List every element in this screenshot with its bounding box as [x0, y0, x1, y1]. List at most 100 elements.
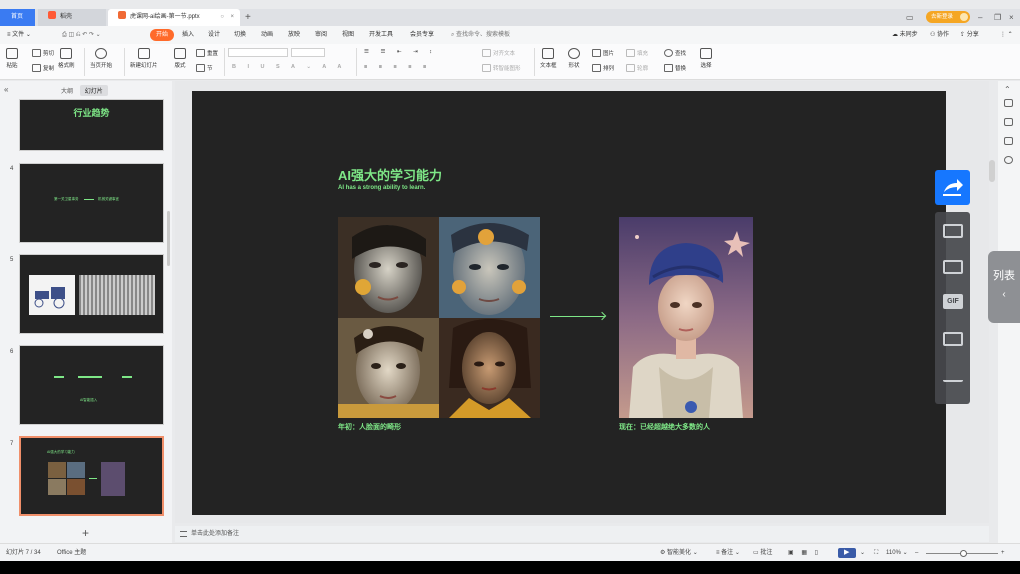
font-style-buttons[interactable]: B I U S A ⌄ A A [232, 64, 346, 70]
play-options-icon[interactable]: ⌄ [860, 544, 865, 562]
fit-window-icon[interactable]: ⛶ [874, 544, 878, 562]
menu-file[interactable]: ≡ 文件 ⌄ [7, 26, 31, 44]
video-record-icon[interactable] [943, 332, 963, 346]
comment-toggle[interactable]: ▭ 批注 [753, 544, 772, 562]
sync-status[interactable]: ☁ 未同步 [892, 26, 918, 44]
login-button[interactable]: 去新登录 [926, 11, 970, 23]
quick-access-icons[interactable]: ⎙ ◫ ⎌ ↶ ↷ ⌄ [62, 26, 101, 44]
layout-button[interactable]: 版式 [174, 48, 186, 69]
more-icon[interactable]: ⋮ ⌃ [1000, 26, 1013, 44]
notes-bar[interactable]: 单击此处添加备注 [175, 526, 989, 542]
command-search[interactable]: ⌕ 查找命令、搜索模板 [451, 26, 510, 44]
menu-design[interactable]: 设计 [208, 26, 220, 44]
tab-outline[interactable]: 大纲 [56, 85, 78, 96]
zoom-in-icon[interactable]: + [1001, 544, 1005, 562]
menu-review[interactable]: 审阅 [315, 26, 327, 44]
add-slide-button[interactable]: + [82, 526, 89, 540]
cut-button[interactable]: 剪切 [32, 49, 54, 57]
ai-face-image-4[interactable] [439, 318, 540, 418]
format-painter-button[interactable]: 格式刷 [58, 48, 75, 69]
list-buttons[interactable]: ☰ ☰ ⇤ ⇥ ↕ [364, 49, 437, 55]
ribbon-toolbar: 粘贴 剪切 复制 格式刷 当页开始 新建幻灯片 版式 重置 节 B I U S … [0, 44, 1020, 80]
window-layout-icon[interactable]: ▭ [906, 9, 914, 26]
find-button[interactable]: 查找 [664, 49, 686, 57]
shape-button[interactable]: 形状 [568, 48, 580, 69]
notes-toggle[interactable]: ≡ 备注 ⌄ [716, 544, 740, 562]
reset-button[interactable]: 重置 [196, 49, 218, 57]
menu-transition[interactable]: 切换 [234, 26, 246, 44]
paste-button[interactable]: 粘贴 [6, 48, 18, 69]
slide-thumbnail[interactable]: 行业趋势 [19, 99, 164, 151]
minimize-icon[interactable]: – [978, 9, 982, 26]
beautify-button[interactable]: ⚙ 智能美化 ⌄ [660, 544, 698, 562]
play-from-current-button[interactable]: 当页开始 [90, 48, 112, 69]
new-slide-button[interactable]: 新建幻灯片 [130, 48, 158, 69]
fill-button[interactable]: 填充 [626, 49, 648, 57]
gallery-icon[interactable] [943, 260, 963, 274]
close-window-icon[interactable]: × [1009, 9, 1014, 26]
slide-editor[interactable]: AI强大的学习能力 AI has a strong ability to lea… [192, 91, 946, 515]
font-size-select[interactable] [291, 48, 325, 57]
textbox-button[interactable]: 文本框 [540, 48, 557, 69]
replace-button[interactable]: 替换 [664, 64, 686, 72]
tab-docer[interactable]: 稻壳 [38, 9, 106, 26]
slide-thumbnail[interactable]: 第一关卫星事务 机械关键事宜 [19, 163, 164, 243]
tab-slides[interactable]: 幻灯片 [79, 85, 108, 96]
pin-icon[interactable] [1004, 118, 1013, 126]
tab-home[interactable]: 首页 [0, 9, 35, 26]
slide-thumbnail[interactable]: AI智能插入 [19, 345, 164, 425]
slide-thumbnail-selected[interactable]: AI强大的学习能力 [19, 436, 164, 516]
menu-insert[interactable]: 插入 [182, 26, 194, 44]
canvas-scrollbar[interactable] [989, 160, 995, 182]
slide-subtitle[interactable]: AI has a strong ability to learn. [338, 185, 425, 191]
menu-member[interactable]: 会员专享 [410, 26, 434, 44]
slide-thumbnail[interactable] [19, 254, 164, 334]
font-family-select[interactable] [228, 48, 288, 57]
ai-face-image-3[interactable] [338, 318, 439, 418]
menu-animation[interactable]: 动画 [261, 26, 273, 44]
zoom-level[interactable]: 110% ⌄ [886, 544, 908, 562]
layers-icon[interactable] [1004, 137, 1013, 145]
align-buttons[interactable]: ≡ ≡ ≡ ≡ ≡ [364, 64, 431, 70]
textbox-icon [542, 48, 555, 59]
slide-title[interactable]: AI强大的学习能力 [338, 165, 442, 184]
picture-button[interactable]: 图片 [592, 49, 614, 57]
ai-portrait-image[interactable] [619, 217, 753, 418]
arrange-button[interactable]: 排列 [592, 64, 614, 72]
settings-sliders-icon[interactable] [1004, 99, 1013, 107]
collaborate-button[interactable]: ⚇ 协作 [930, 26, 949, 44]
gif-icon[interactable]: GIF [943, 294, 963, 309]
collapse-pane-icon[interactable]: « [4, 85, 8, 94]
expand-up-icon[interactable]: ⌃ [1004, 85, 1013, 94]
ai-face-image-1[interactable] [338, 217, 439, 318]
pane-scrollbar[interactable] [167, 211, 170, 266]
menu-slideshow[interactable]: 放映 [288, 26, 300, 44]
view-mode-buttons[interactable]: ▣ ▦ ▯ [788, 544, 821, 562]
section-button[interactable]: 节 [196, 64, 213, 72]
menu-view[interactable]: 视图 [342, 26, 354, 44]
share-screen-button[interactable] [935, 170, 970, 205]
close-tab-icon[interactable]: × [230, 9, 234, 26]
theme-name[interactable]: Office 主题 [57, 544, 86, 562]
help-icon[interactable] [1004, 156, 1013, 164]
new-tab-button[interactable]: + [245, 9, 251, 26]
outline-button[interactable]: 轮廓 [626, 64, 648, 72]
ai-face-image-2[interactable] [439, 217, 540, 318]
select-button[interactable]: 选择 [700, 48, 712, 69]
caption-left[interactable]: 年初：人脸面的畸形 [338, 422, 401, 432]
menu-developer[interactable]: 开发工具 [369, 26, 393, 44]
pen-icon[interactable] [943, 368, 963, 382]
restore-icon[interactable]: ❐ [994, 9, 1001, 26]
smart-convert-button[interactable]: 转智能图形 [482, 64, 521, 72]
copy-button[interactable]: 复制 [32, 64, 54, 72]
caption-right[interactable]: 现在：已经超越绝大多数的人 [619, 422, 710, 432]
list-side-tab[interactable]: 列表 ‹ [988, 251, 1020, 323]
share-button[interactable]: ⇪ 分享 [960, 26, 979, 44]
slideshow-play-button[interactable]: ▶ [838, 548, 856, 558]
zoom-out-icon[interactable]: – [915, 544, 918, 562]
align-text-button[interactable]: 对齐文本 [482, 49, 515, 57]
zoom-slider-handle[interactable] [960, 550, 967, 557]
tab-current-file[interactable]: 虎课网-ai绘画-第一节.pptx ○ × [108, 9, 240, 26]
menu-start[interactable]: 开始 [150, 29, 175, 41]
camera-icon[interactable] [943, 224, 963, 238]
